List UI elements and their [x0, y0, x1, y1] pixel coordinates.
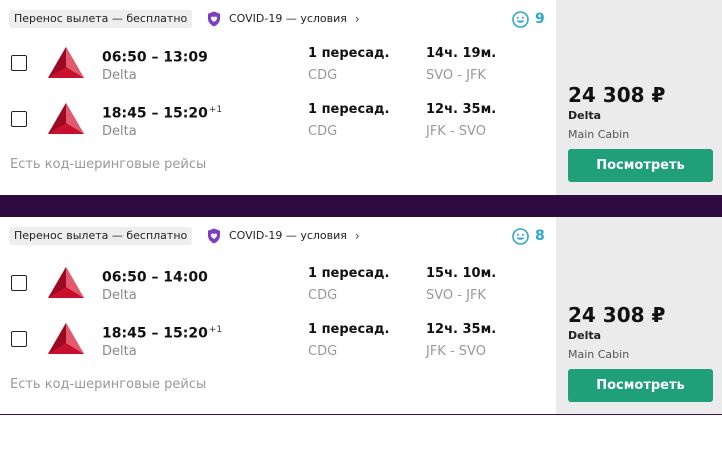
codeshare-note: Есть код-шеринговые рейсы	[10, 377, 207, 392]
segment-checkbox[interactable]	[11, 55, 27, 71]
segment-checkbox[interactable]	[11, 275, 27, 291]
delta-logo	[48, 267, 84, 298]
cabin-class: Main Cabin	[568, 128, 630, 141]
transfer-airport: CDG	[308, 68, 338, 83]
covid-conditions-link[interactable]: COVID-19 — условия ›	[207, 227, 360, 245]
transfer-airport: CDG	[308, 288, 338, 303]
segment-checkbox[interactable]	[11, 331, 27, 347]
airline-name: Delta	[102, 68, 137, 83]
flight-details: Перенос вылета — бесплатно COVID-19 — ус…	[0, 217, 556, 414]
flight-duration: 14ч. 19м.	[426, 46, 497, 61]
flight-times: 06:50 – 13:09	[102, 49, 208, 66]
codeshare-note: Есть код-шеринговые рейсы	[10, 157, 207, 172]
delta-logo	[48, 47, 84, 78]
free-change-badge: Перенос вылета — бесплатно	[9, 10, 193, 28]
heart-shield-icon	[208, 11, 220, 27]
free-change-badge: Перенос вылета — бесплатно	[9, 227, 193, 245]
stops-count: 1 пересад.	[308, 266, 390, 281]
smile-icon	[512, 11, 529, 28]
flight-card: Перенос вылета — бесплатно COVID-19 — ус…	[0, 217, 722, 415]
delta-logo	[48, 323, 84, 354]
flight-times: 06:50 – 14:00	[102, 269, 208, 286]
chevron-right-icon: ›	[354, 229, 360, 243]
stops-count: 1 пересад.	[308, 322, 390, 337]
flight-card: Перенос вылета — бесплатно COVID-19 — ус…	[0, 0, 722, 195]
chevron-right-icon: ›	[354, 12, 360, 26]
flight-duration: 12ч. 35м.	[426, 322, 497, 337]
flight-route: SVO - JFK	[426, 288, 486, 303]
rating-count: 9	[535, 11, 545, 27]
view-button[interactable]: Посмотреть	[568, 149, 713, 182]
price: 24 308 ₽	[568, 303, 666, 327]
airline-name: Delta	[102, 124, 137, 139]
airline-name: Delta	[102, 288, 137, 303]
carrier-name: Delta	[568, 109, 602, 122]
flight-duration: 12ч. 35м.	[426, 102, 497, 117]
covid-conditions-label: COVID-19 — условия	[229, 229, 347, 242]
flight-times: 18:45 – 15:20+1	[102, 105, 223, 122]
stops-count: 1 пересад.	[308, 46, 390, 61]
heart-shield-icon	[208, 228, 220, 244]
smile-icon	[512, 228, 529, 245]
flight-route: JFK - SVO	[426, 124, 486, 139]
flight-duration: 15ч. 10м.	[426, 266, 497, 281]
transfer-airport: CDG	[308, 344, 338, 359]
rating-badge[interactable]: 8	[512, 228, 545, 245]
card-divider	[0, 195, 722, 217]
flight-segment: 18:45 – 15:20+1 Delta 1 пересад. CDG 12ч…	[0, 321, 556, 367]
view-button[interactable]: Посмотреть	[568, 369, 713, 402]
rating-count: 8	[535, 228, 545, 244]
flight-details: Перенос вылета — бесплатно COVID-19 — ус…	[0, 0, 556, 195]
stops-count: 1 пересад.	[308, 102, 390, 117]
cabin-class: Main Cabin	[568, 348, 630, 361]
covid-conditions-label: COVID-19 — условия	[229, 12, 347, 25]
flight-segment: 06:50 – 13:09 Delta 1 пересад. CDG 14ч. …	[0, 45, 556, 91]
flight-route: SVO - JFK	[426, 68, 486, 83]
price-panel: 24 308 ₽ Delta Main Cabin Посмотреть	[556, 0, 722, 195]
rating-badge[interactable]: 9	[512, 11, 545, 28]
flight-segment: 18:45 – 15:20+1 Delta 1 пересад. CDG 12ч…	[0, 101, 556, 147]
transfer-airport: CDG	[308, 124, 338, 139]
covid-conditions-link[interactable]: COVID-19 — условия ›	[207, 10, 360, 28]
carrier-name: Delta	[568, 329, 602, 342]
flight-route: JFK - SVO	[426, 344, 486, 359]
flight-times: 18:45 – 15:20+1	[102, 325, 223, 342]
price-panel: 24 308 ₽ Delta Main Cabin Посмотреть	[556, 217, 722, 414]
flight-segment: 06:50 – 14:00 Delta 1 пересад. CDG 15ч. …	[0, 265, 556, 311]
price: 24 308 ₽	[568, 83, 666, 107]
airline-name: Delta	[102, 344, 137, 359]
segment-checkbox[interactable]	[11, 111, 27, 127]
delta-logo	[48, 103, 84, 134]
